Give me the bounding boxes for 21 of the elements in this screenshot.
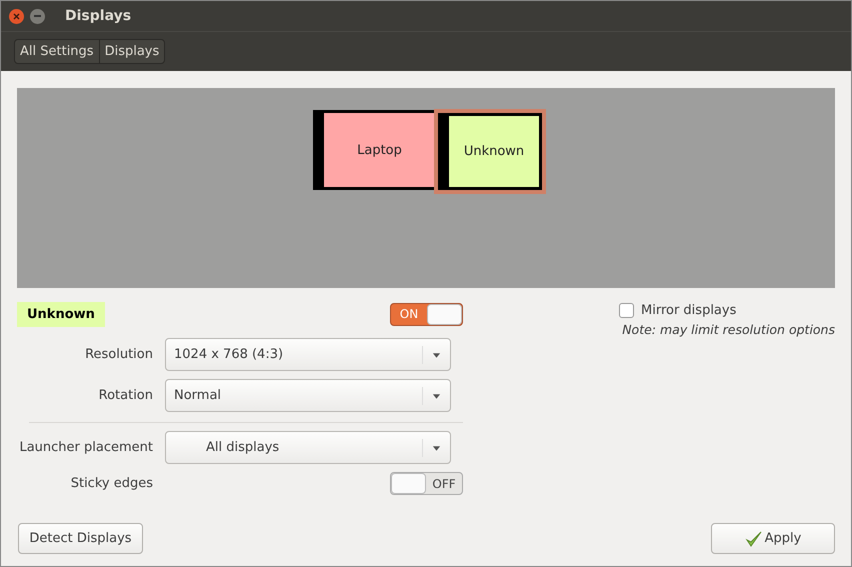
close-icon (13, 12, 20, 20)
field-label: Resolution (84, 347, 154, 362)
window-title: Displays (65, 8, 132, 24)
breadcrumb-button[interactable]: All Settings (15, 40, 99, 63)
detect-displays-button[interactable]: Detect Displays (18, 523, 143, 554)
field-label: Sticky edges (70, 476, 154, 491)
minimize-button[interactable] (30, 8, 45, 24)
mirror-checkbox[interactable]: Mirror displays (619, 303, 835, 318)
apply-button[interactable]: Apply (711, 523, 835, 554)
minimize-icon (34, 15, 41, 17)
close-button[interactable] (9, 8, 24, 24)
display-name: Unknown (17, 302, 105, 326)
check-icon (744, 530, 763, 548)
field-label: Rotation (98, 388, 154, 403)
dropdown[interactable]: Normal (165, 379, 451, 412)
dropdown[interactable]: 1024 x 768 (4:3) (165, 338, 451, 371)
field-label: Launcher placement (18, 440, 154, 455)
toggle-switch[interactable]: OFF (390, 472, 463, 495)
breadcrumb-button[interactable]: Displays (98, 40, 164, 63)
dropdown[interactable]: All displays (165, 431, 451, 464)
note-text: Note: may limit resolution options (622, 322, 835, 337)
